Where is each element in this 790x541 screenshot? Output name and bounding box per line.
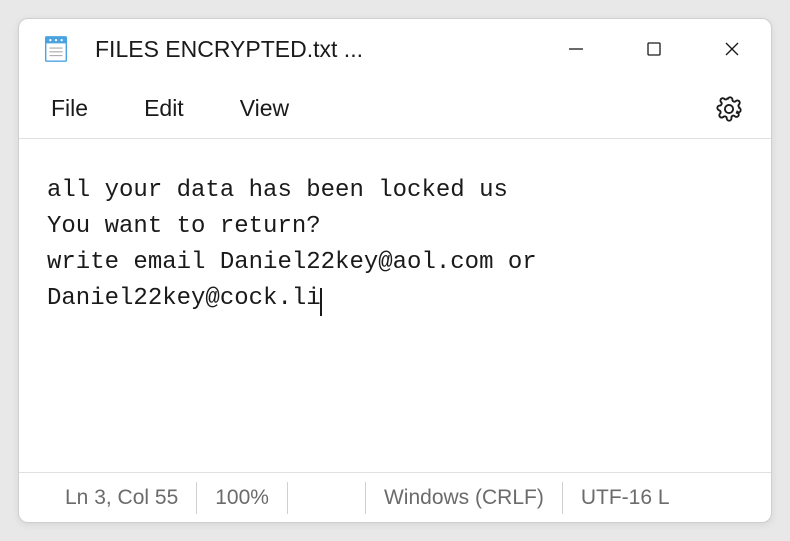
status-cursor-position[interactable]: Ln 3, Col 55	[47, 482, 197, 514]
settings-button[interactable]	[709, 89, 749, 129]
menu-file[interactable]: File	[51, 95, 88, 122]
close-button[interactable]	[693, 19, 771, 79]
minimize-button[interactable]	[537, 19, 615, 79]
text-line: You want to return?	[47, 213, 321, 240]
text-line: all your data has been locked us	[47, 177, 508, 204]
status-line-ending[interactable]: Windows (CRLF)	[366, 482, 563, 514]
window-title: FILES ENCRYPTED.txt ...	[95, 36, 537, 63]
notepad-icon	[41, 34, 71, 64]
text-line: write email Daniel22key@aol.com or Danie…	[47, 249, 551, 312]
gear-icon	[715, 95, 743, 123]
status-encoding[interactable]: UTF-16 L	[563, 482, 688, 514]
text-editor-area[interactable]: all your data has been locked us You wan…	[19, 139, 771, 472]
text-caret	[320, 288, 322, 316]
status-bar: Ln 3, Col 55 100% Windows (CRLF) UTF-16 …	[19, 472, 771, 522]
status-zoom[interactable]: 100%	[197, 482, 288, 514]
maximize-button[interactable]	[615, 19, 693, 79]
menu-view[interactable]: View	[240, 95, 289, 122]
menu-edit[interactable]: Edit	[144, 95, 184, 122]
status-spacer	[288, 482, 366, 514]
menu-bar: File Edit View	[19, 79, 771, 139]
title-bar[interactable]: FILES ENCRYPTED.txt ...	[19, 19, 771, 79]
window-controls	[537, 19, 771, 79]
notepad-window: FILES ENCRYPTED.txt ... File Edit View	[18, 18, 772, 523]
